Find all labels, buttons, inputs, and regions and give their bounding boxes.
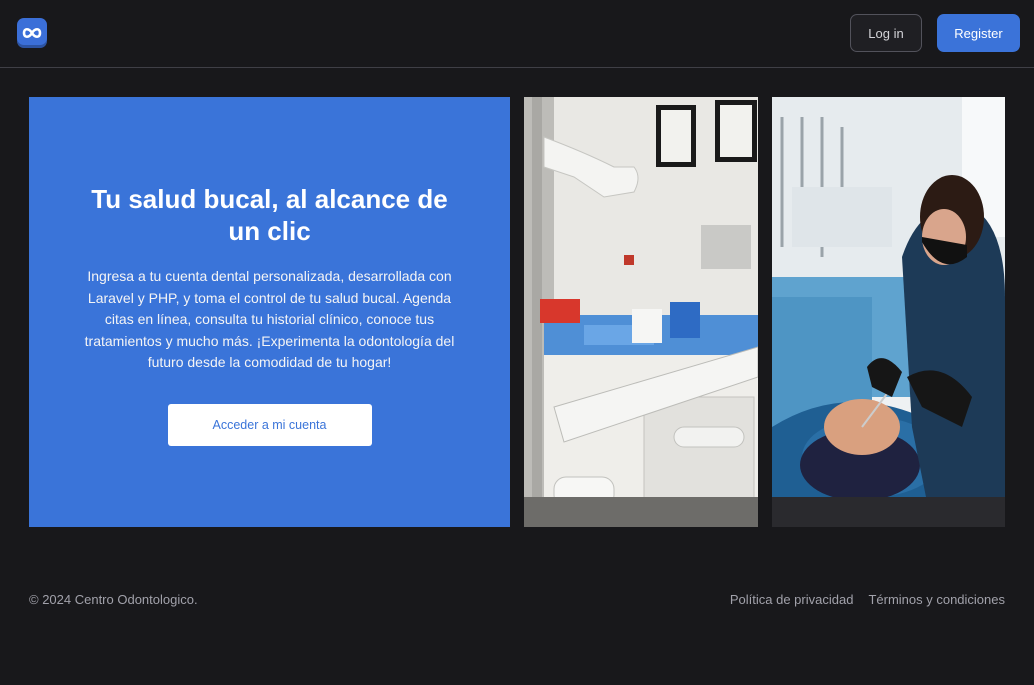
copyright-text: © 2024 Centro Odontologico. [29,592,198,607]
hero-title: Tu salud bucal, al alcance de un clic [91,184,448,246]
privacy-policy-link[interactable]: Política de privacidad [730,592,854,607]
terms-conditions-link[interactable]: Términos y condiciones [868,592,1005,607]
top-nav: Log in Register [0,0,1034,68]
dentist-treating-patient-photo [772,97,1005,527]
hero-description: Ingresa a tu cuenta dental personalizada… [84,268,455,370]
footer-links: Política de privacidad Términos y condic… [730,592,1005,607]
infinity-logo-icon[interactable] [17,18,47,48]
register-button[interactable]: Register [937,14,1020,52]
dental-office-photo [524,97,758,527]
hero-panel: Tu salud bucal, al alcance de un clic In… [29,97,510,527]
access-account-button[interactable]: Acceder a mi cuenta [167,403,372,446]
login-button[interactable]: Log in [850,14,922,52]
